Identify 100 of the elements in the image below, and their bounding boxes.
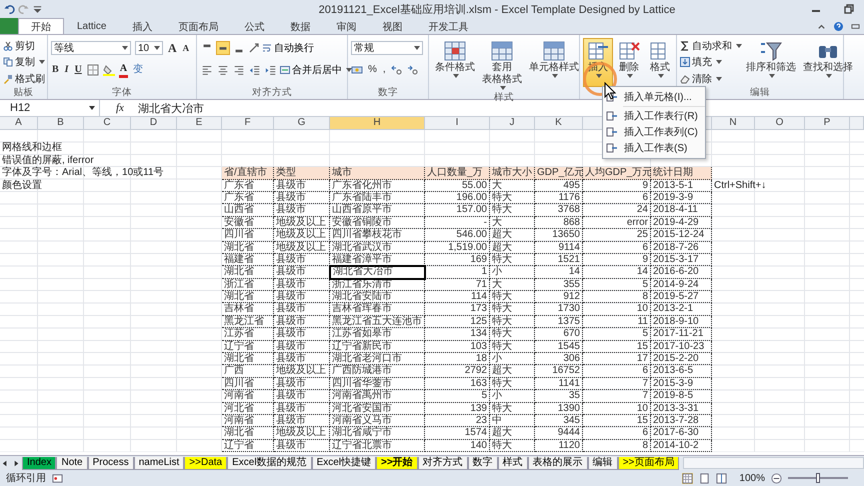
decrease-decimal-icon[interactable]	[406, 64, 419, 76]
ribbon-tab[interactable]: 视图	[369, 18, 416, 34]
font-name-box[interactable]: 等线	[51, 41, 131, 55]
font-style-button[interactable]: U	[74, 64, 83, 76]
percent-button[interactable]: %	[367, 64, 378, 76]
customize-icon[interactable]	[32, 4, 43, 14]
column-header[interactable]: D	[131, 117, 177, 130]
column-header[interactable]: G	[274, 117, 330, 130]
clipboard-button[interactable]: 复制	[3, 55, 44, 70]
horizontal-align-icon[interactable]	[232, 63, 246, 77]
sheet-tab[interactable]: nameList	[134, 456, 184, 470]
border-icon[interactable]	[86, 64, 99, 76]
ribbon-tab[interactable]: 页面布局	[165, 18, 232, 34]
indent-icon[interactable]	[248, 63, 262, 77]
column-header[interactable]: B	[38, 117, 84, 130]
page-break-icon[interactable]	[716, 472, 728, 484]
sheet-tab[interactable]: >>开始	[376, 456, 418, 470]
editing-button[interactable]: 清除	[680, 72, 742, 86]
horizontal-align-icon[interactable]	[200, 63, 214, 77]
ribbon-tab[interactable]: 开发工具	[415, 18, 482, 34]
sheet-tab[interactable]: 样式	[498, 456, 528, 470]
sheet-tab[interactable]: Excel快捷键	[312, 456, 376, 470]
ribbon-tab[interactable]: 公式	[231, 18, 278, 34]
sheet-tab[interactable]: 数字	[468, 456, 498, 470]
sheet-tab[interactable]: 表格的展示	[528, 456, 588, 470]
editing-large-button[interactable]: 排序和筛选	[743, 38, 799, 87]
indent-icon[interactable]	[264, 63, 278, 77]
shrink-font-button[interactable]: A	[182, 42, 190, 54]
page-layout-icon[interactable]	[699, 472, 710, 484]
table-cell: 湖北省	[222, 353, 274, 366]
font-size-box[interactable]: 10	[135, 41, 163, 55]
sheet-tab[interactable]: Note	[56, 456, 88, 470]
sheet-tab[interactable]: 对齐方式	[418, 456, 468, 470]
column-header[interactable]: E	[177, 117, 222, 130]
editing-button[interactable]: 填充	[680, 55, 742, 70]
ribbon-tab[interactable]: 插入	[119, 18, 166, 34]
zoom-slider-thumb[interactable]	[816, 473, 820, 483]
increase-decimal-icon[interactable]	[390, 64, 403, 76]
phonetic-button[interactable]: 变	[132, 64, 144, 76]
macro-record-icon[interactable]	[52, 472, 63, 484]
ribbon-tab[interactable]: 开始	[18, 18, 64, 34]
currency-icon[interactable]	[351, 64, 363, 76]
column-header[interactable]: C	[84, 117, 131, 130]
column-header[interactable]: O	[755, 117, 805, 130]
wrap-text-button[interactable]: 自动换行	[262, 41, 314, 55]
font-color-button[interactable]: A	[118, 62, 128, 78]
menu-item[interactable]: 插入工作表(S)	[603, 140, 705, 156]
editing-large-button[interactable]: 查找和选择	[800, 38, 856, 87]
style-button[interactable]: 套用 表格格式	[479, 38, 525, 92]
column-header[interactable]: N	[712, 117, 755, 130]
ribbon-tab[interactable]: 审阅	[323, 18, 370, 34]
orientation-icon[interactable]	[248, 42, 260, 54]
style-button[interactable]: 条件格式	[432, 38, 478, 92]
column-header[interactable]: J	[490, 117, 535, 130]
formula-input[interactable]: 湖北省大冶市	[134, 100, 204, 116]
clipboard-button[interactable]: 格式刷	[3, 72, 44, 86]
help-icon[interactable]	[834, 22, 843, 31]
horizontal-align-icon[interactable]	[216, 63, 230, 77]
number-format-box[interactable]: 常规	[351, 41, 423, 55]
window-icon[interactable]	[851, 22, 860, 31]
insert-function-button[interactable]: fx	[116, 102, 124, 114]
sheet-tab[interactable]: Index	[22, 456, 56, 470]
cells-button[interactable]: 插入	[583, 38, 613, 87]
font-style-button[interactable]: B	[51, 64, 60, 76]
clipboard-button[interactable]: 剪切	[3, 39, 44, 54]
table-cell: 小	[490, 353, 535, 366]
sheet-tab[interactable]: >>页面布局	[618, 456, 680, 470]
sheet-tab[interactable]: Excel数据的规范	[227, 456, 312, 470]
column-header[interactable]: P	[805, 117, 850, 130]
column-header[interactable]: K	[535, 117, 583, 130]
table-cell: 县级市	[274, 278, 330, 292]
cells-button[interactable]: 删除	[614, 38, 644, 87]
cells-button[interactable]: 格式	[645, 38, 675, 87]
column-header[interactable]: H	[330, 117, 425, 130]
sheet-tab[interactable]: Process	[88, 456, 134, 470]
ribbon-tab[interactable]: Lattice	[64, 18, 120, 34]
merge-center-button[interactable]: 合并后居中	[280, 63, 352, 77]
fill-bucket-icon[interactable]	[102, 64, 115, 76]
name-box[interactable]: H12	[0, 100, 100, 116]
menu-item[interactable]: 插入工作表列(C)	[603, 124, 705, 140]
editing-button[interactable]: 自动求和	[680, 39, 742, 54]
restore-icon[interactable]	[843, 3, 855, 15]
column-header[interactable]: A	[0, 117, 38, 130]
ribbon-tab[interactable]: 数据	[277, 18, 324, 34]
comma-button[interactable]: ,	[382, 64, 387, 76]
style-button[interactable]: 单元格样式	[526, 38, 582, 92]
sheet-tab[interactable]: >>Data	[184, 456, 228, 470]
normal-view-icon[interactable]	[682, 472, 694, 484]
grow-font-button[interactable]: A	[167, 42, 178, 54]
collapse-icon[interactable]	[817, 22, 826, 31]
zoom-level[interactable]: 100%	[739, 472, 765, 484]
column-header[interactable]: F	[222, 117, 274, 130]
undo-icon[interactable]	[4, 4, 15, 14]
sheet-tab[interactable]: 编辑	[588, 456, 618, 470]
zoom-out-icon[interactable]	[771, 472, 782, 484]
column-header[interactable]: I	[425, 117, 490, 130]
menu-item[interactable]: 插入工作表行(R)	[603, 108, 705, 124]
horizontal-scrollbar[interactable]	[683, 457, 864, 469]
font-style-button[interactable]: I	[64, 64, 70, 76]
vertical-align-icon[interactable]	[216, 41, 230, 55]
